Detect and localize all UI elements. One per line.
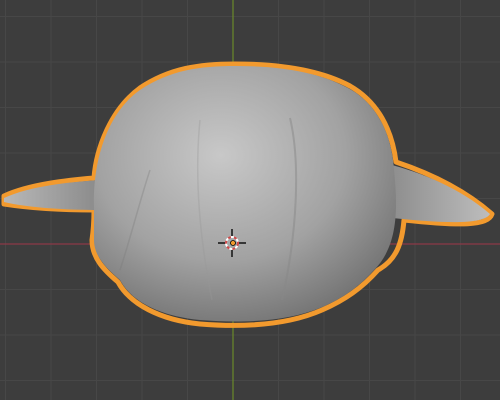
right-horn [388, 164, 490, 223]
object-origin-icon [230, 240, 236, 246]
viewport-canvas[interactable] [0, 0, 500, 400]
selected-mesh-object[interactable] [1, 61, 495, 328]
mesh-body [93, 66, 397, 322]
3d-viewport[interactable] [0, 0, 500, 400]
